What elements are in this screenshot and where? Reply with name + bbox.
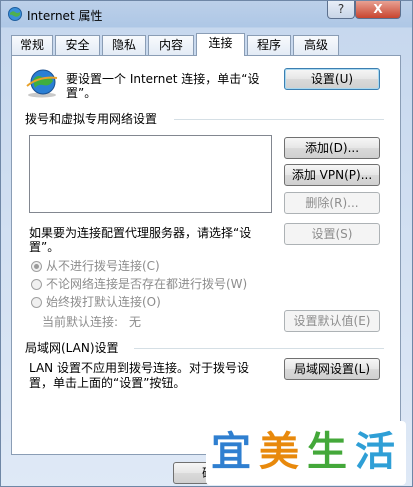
setup-description-cont: 置”。 [66,86,97,100]
radio-never-dial-label: 从不进行拨号连接(C) [46,259,160,273]
proxy-description: 如果要为连接配置代理服务器，请选择“设 [29,226,252,240]
tab-strip: 常规 安全 隐私 内容 连接 程序 高级 [11,33,403,56]
tab-general[interactable]: 常规 [11,35,53,55]
watermark-char-4: 活 [355,429,395,475]
tab-security[interactable]: 安全 [55,35,100,55]
setup-description: 要设置一个 Internet 连接，单击“设 [66,72,260,86]
tab-content[interactable]: 内容 [148,35,194,55]
connections-list[interactable] [29,135,272,213]
add-button[interactable]: 添加(D)... [284,137,380,159]
lan-description-cont: 置，单击上面的“设置”按钮。 [29,376,186,390]
radio-always-dial-label: 始终拨打默认连接(O) [46,295,161,309]
radio-dial-whenever-label: 不论网络连接是否存在都进行拨号(W) [46,277,248,291]
dialup-settings-button[interactable]: 设置(S) [284,223,380,245]
add-vpn-button[interactable]: 添加 VPN(P)... [284,164,380,186]
watermark-char-2: 美 [259,429,299,475]
tab-programs[interactable]: 程序 [247,35,291,55]
lan-settings-button[interactable]: 局域网设置(L) [284,358,380,380]
internet-globe-icon [8,7,22,21]
watermark-char-3: 生 [307,429,347,475]
radio-never-dial[interactable] [31,261,42,272]
internet-connection-icon [26,69,58,98]
remove-button[interactable]: 删除(R)... [284,192,380,214]
connections-panel: 要设置一个 Internet 连接，单击“设 置”。 设置(U) 拨号和虚拟专用… [11,55,401,455]
radio-dial-whenever[interactable] [31,279,42,290]
internet-properties-window: Internet 属性 ? X 常规 安全 隐私 内容 连接 程序 高级 要设置… [0,0,413,487]
help-button[interactable]: ? [327,1,355,19]
current-default-value: 无 [129,315,142,329]
watermark-logo: 宜 美 生 活 [206,421,406,485]
tab-advanced[interactable]: 高级 [293,35,339,55]
set-default-button[interactable]: 设置默认值(E) [284,310,380,332]
tab-connections[interactable]: 连接 [196,33,245,56]
proxy-description-cont: 置”。 [29,240,60,254]
lan-group-divider [134,348,384,349]
radio-always-dial[interactable] [31,297,42,308]
lan-description: LAN 设置不应用到拨号连接。对于拨号设 [29,361,249,375]
tab-privacy[interactable]: 隐私 [102,35,146,55]
dialup-group-divider [174,119,384,120]
setup-button[interactable]: 设置(U) [284,68,380,90]
window-title: Internet 属性 [27,9,103,23]
lan-group-title: 局域网(LAN)设置 [25,341,119,355]
close-button[interactable]: X [355,1,401,19]
current-default-label: 当前默认连接: [42,315,119,329]
watermark-char-1: 宜 [211,429,251,475]
dialup-group-title: 拨号和虚拟专用网络设置 [25,112,158,126]
title-bar: Internet 属性 ? X [1,1,412,27]
